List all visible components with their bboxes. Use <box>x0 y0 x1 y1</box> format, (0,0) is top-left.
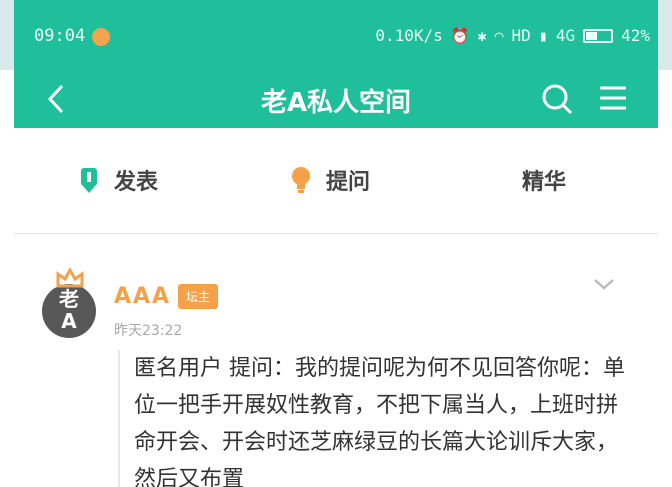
tab-post[interactable]: 发表 <box>78 164 158 196</box>
battery-icon <box>583 28 614 43</box>
status-time: 09:04 <box>34 26 86 46</box>
notification-dot-icon <box>92 28 110 46</box>
hd-label: HD <box>511 26 531 45</box>
tab-bar: 发表 提问 精华 <box>14 128 658 234</box>
status-right: 0.10K/s ⏰ ✱ ◠ HD ▮ 4G 42% <box>375 26 650 45</box>
tab-ask-label: 提问 <box>326 170 371 195</box>
alarm-icon: ⏰ <box>450 26 470 45</box>
signal-icon: ▮ <box>538 26 548 45</box>
search-icon[interactable] <box>540 82 574 116</box>
post-time: 昨天23:22 <box>114 323 183 339</box>
pen-icon <box>81 168 97 193</box>
network-type: 4G <box>555 26 576 45</box>
wifi-icon: ◠ <box>494 26 504 45</box>
chevron-down-icon[interactable] <box>592 276 616 292</box>
status-bar: 09:04 0.10K/s ⏰ ✱ ◠ HD ▮ 4G 42% <box>0 0 672 70</box>
author-name[interactable]: AAA <box>114 284 171 309</box>
net-speed: 0.10K/s <box>375 26 443 45</box>
battery-percent: 42% <box>621 26 650 45</box>
avatar-text-top: 老 <box>59 287 79 311</box>
post-item[interactable]: 老 A AAA 坛主 昨天23:22 匿名用户 提问：我的提问呢为何不见回答你呢… <box>14 234 658 487</box>
post-content: 匿名用户 提问：我的提问呢为何不见回答你呢：单位一把手开展奴性教育，不把下属当人… <box>118 350 638 487</box>
avatar-text-bottom: A <box>61 309 77 333</box>
lightbulb-icon <box>292 167 310 193</box>
app-toolbar: 老A私人空间 <box>14 70 658 128</box>
tab-best[interactable]: 精华 <box>522 164 566 196</box>
avatar[interactable]: 老 A <box>42 284 96 338</box>
tab-ask[interactable]: 提问 <box>290 164 370 196</box>
moderator-badge: 坛主 <box>178 284 219 309</box>
tab-post-label: 发表 <box>114 170 159 195</box>
menu-icon[interactable] <box>598 84 628 112</box>
crown-icon <box>56 268 84 288</box>
bluetooth-icon: ✱ <box>477 26 487 45</box>
tab-best-label: 精华 <box>522 170 567 195</box>
